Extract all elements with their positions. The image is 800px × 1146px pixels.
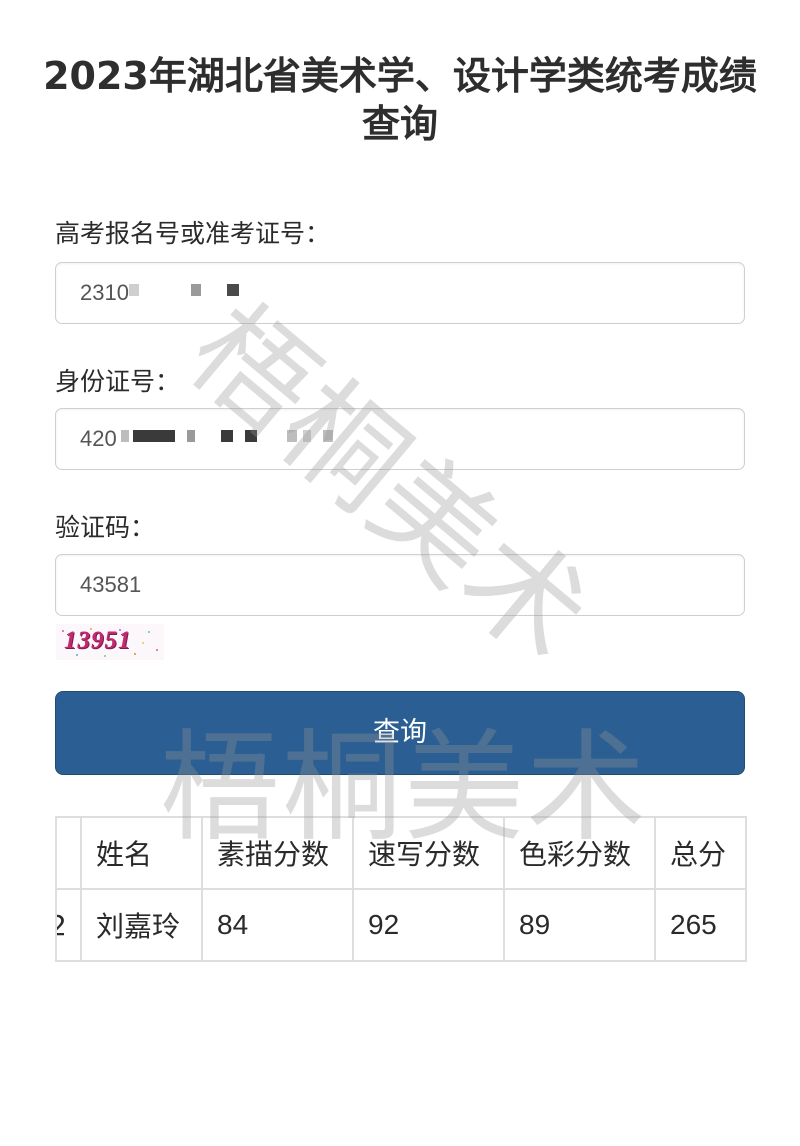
exam-number-label: 高考报名号或准考证号：	[55, 219, 331, 248]
captcha-input[interactable]: 43581	[55, 554, 745, 616]
redaction-mask	[117, 409, 357, 468]
table-header-row: 姓名 素描分数 速写分数 色彩分数 总分	[55, 816, 747, 890]
table-header-cell: 速写分数	[352, 816, 505, 890]
table-cell: 84	[201, 888, 354, 962]
id-number-input[interactable]: 420	[55, 408, 745, 470]
table-cell: 92	[352, 888, 505, 962]
captcha-value: 43581	[80, 572, 142, 597]
results-table: 姓名 素描分数 速写分数 色彩分数 总分 2 刘嘉玲 84 92 89 265	[55, 816, 747, 962]
table-cell: 265	[654, 888, 747, 962]
exam-number-value: 2310	[80, 280, 129, 305]
table-cell: 刘嘉玲	[80, 888, 203, 962]
table-row: 2 刘嘉玲 84 92 89 265	[55, 888, 747, 962]
table-cell: 2	[55, 888, 82, 962]
query-button[interactable]: 查询	[55, 691, 745, 775]
table-header-cell: 素描分数	[201, 816, 354, 890]
table-header-cell: 姓名	[80, 816, 203, 890]
id-number-label: 身份证号：	[55, 367, 181, 396]
redaction-mask	[128, 263, 269, 322]
captcha-image[interactable]: 13951	[56, 624, 164, 660]
id-number-value: 420	[80, 426, 117, 451]
captcha-image-text: 13951	[64, 627, 132, 654]
page-title: 2023年湖北省美术学、设计学类统考成绩查询	[43, 54, 757, 146]
table-cell: 89	[503, 888, 656, 962]
captcha-label: 验证码：	[55, 513, 156, 542]
table-header-cell	[55, 816, 82, 890]
exam-number-input[interactable]: 2310	[55, 262, 745, 324]
table-header-cell: 色彩分数	[503, 816, 656, 890]
table-header-cell: 总分	[654, 816, 747, 890]
